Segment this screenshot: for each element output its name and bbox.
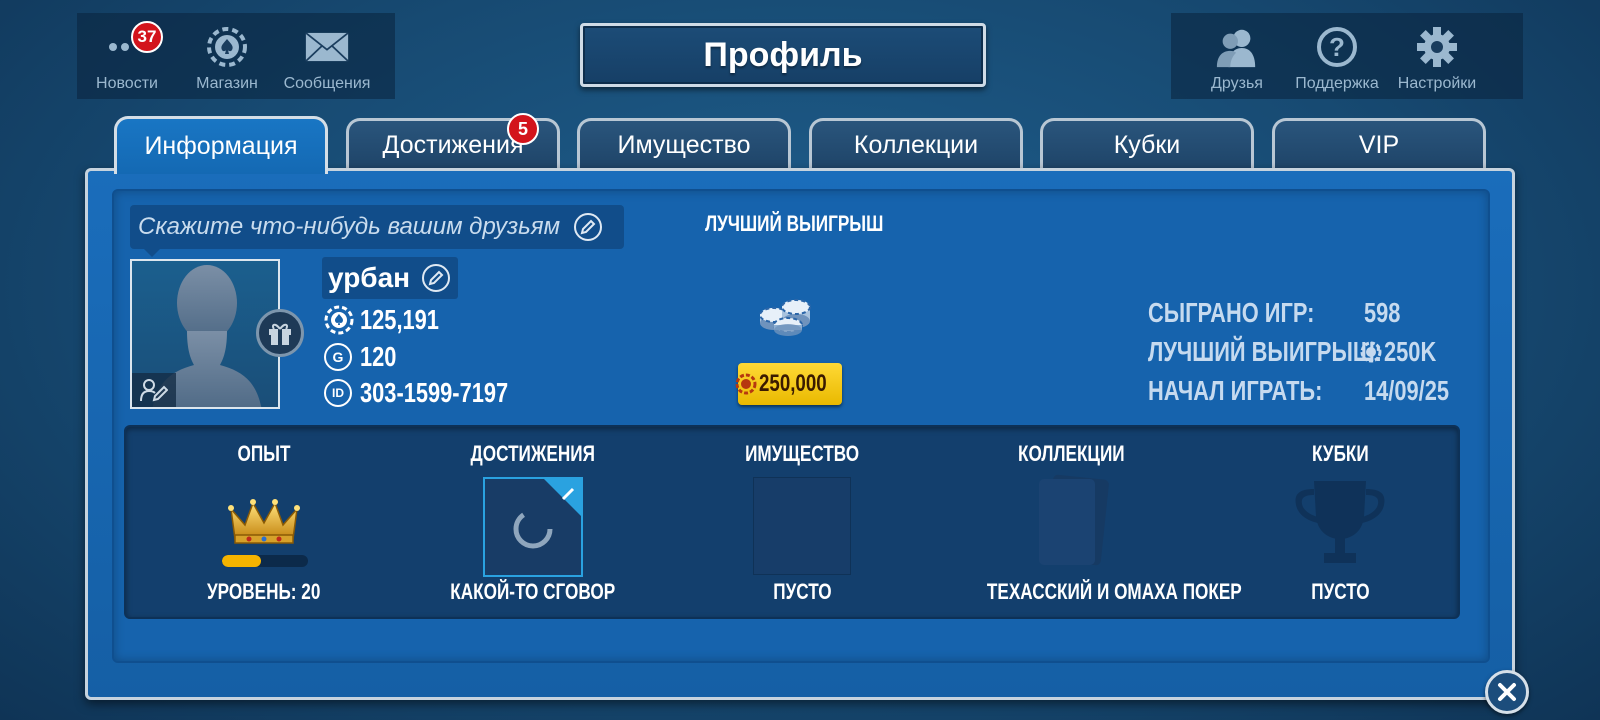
crown-icon [227, 499, 301, 550]
summary-head: КУБКИ [1311, 441, 1369, 466]
svg-text:?: ? [1329, 32, 1345, 62]
summary-collections[interactable]: КОЛЛЕКЦИИ ТЕХАССКИЙ И ОМАХА ПОКЕР [951, 427, 1242, 621]
messages-label: Сообщения [283, 75, 371, 92]
stat-value: 14/09/25 [1364, 374, 1450, 406]
status-input[interactable]: Скажите что-нибудь вашим друзьям [130, 205, 624, 257]
chips-stack-icon [754, 291, 826, 342]
tab-achievements[interactable]: Достижения 5 [346, 113, 560, 170]
gear-icon [1415, 25, 1459, 69]
top-right-bar: Друзья ? Поддержка Настройки [1171, 13, 1523, 99]
chips-balance: 125,191 [324, 304, 461, 336]
id-icon: ID [324, 379, 352, 407]
summary-head: ОПЫТ [237, 441, 291, 466]
player-name: урбан [322, 257, 459, 299]
empty-slot [753, 477, 851, 575]
summary-foot: ПУСТО [1310, 579, 1370, 604]
chip-icon [324, 305, 354, 335]
support-label: Поддержка [1295, 75, 1379, 92]
edit-avatar-icon[interactable] [132, 373, 176, 407]
profile-info-area: Скажите что-нибудь вашим друзьям урбан 1… [112, 189, 1490, 663]
stat-key: СЫГРАНО ИГР: [1148, 296, 1315, 328]
edit-status-icon[interactable] [574, 213, 603, 241]
tab-label: Кубки [1113, 131, 1181, 159]
question-icon: ? [1315, 25, 1359, 69]
tab-label: Коллекции [853, 131, 979, 159]
close-button[interactable] [1485, 670, 1529, 714]
chips-value: 125,191 [360, 304, 439, 335]
tab-property[interactable]: Имущество [577, 118, 791, 170]
news-count-badge: 37 [131, 21, 163, 53]
summary-experience[interactable]: ОПЫТ УРОВЕНЬ: 20 [144, 427, 384, 621]
game-stats: СЫГРАНО ИГР: 598 ЛУЧШИЙ ВЫИГРЫШ: 250K НА… [1148, 293, 1473, 410]
best-win-amount: 250,000 [735, 363, 842, 405]
player-id-value: 303-1599-7197 [360, 377, 509, 408]
summary-foot: УРОВЕНЬ: 20 [207, 579, 321, 604]
news-button[interactable]: 37 Новости [77, 13, 177, 99]
player-id: ID 303-1599-7197 [324, 377, 550, 409]
xp-progress-bar [222, 555, 308, 567]
top-left-bar: 37 Новости Магазин Сообщения [77, 13, 395, 99]
stat-key: ЛУЧШИЙ ВЫИГРЫШ: [1148, 335, 1383, 367]
friends-button[interactable]: Друзья [1187, 13, 1287, 99]
settings-button[interactable]: Настройки [1387, 13, 1487, 99]
friends-label: Друзья [1211, 75, 1263, 92]
shop-label: Магазин [196, 75, 258, 92]
summary-head: ИМУЩЕСТВО [744, 441, 860, 466]
summary-row: ОПЫТ УРОВЕНЬ: 20 ДОСТИЖЕНИЯ КАКОЙ-ТО СГО… [124, 425, 1460, 619]
summary-head: ДОСТИЖЕНИЯ [470, 441, 596, 466]
settings-label: Настройки [1397, 75, 1477, 92]
messages-button[interactable]: Сообщения [277, 13, 377, 99]
tab-label: Имущество [617, 131, 751, 159]
summary-cups[interactable]: КУБКИ ПУСТО [1220, 427, 1460, 621]
stat-value: 250K [1384, 335, 1437, 367]
news-label: Новости [96, 75, 158, 92]
tab-label: Информация [144, 132, 298, 160]
tab-collections[interactable]: Коллекции [809, 118, 1023, 170]
tab-label: VIP [1358, 131, 1400, 159]
summary-property[interactable]: ИМУЩЕСТВО ПУСТО [682, 427, 922, 621]
gold-chip-icon [735, 373, 757, 395]
summary-foot: КАКОЙ-ТО СГОВОР [450, 579, 616, 604]
tab-cups[interactable]: Кубки [1040, 118, 1254, 170]
profile-panel: Скажите что-нибудь вашим друзьям урбан 1… [85, 168, 1515, 700]
support-button[interactable]: ? Поддержка [1287, 13, 1387, 99]
gold-balance: G 120 [324, 341, 407, 373]
best-win-title: ЛУЧШИЙ ВЫИГРЫШ [704, 211, 884, 236]
summary-achievements[interactable]: ДОСТИЖЕНИЯ КАКОЙ-ТО СГОВОР [413, 427, 653, 621]
achievement-tile [483, 477, 583, 582]
stat-row: СЫГРАНО ИГР: 598 [1148, 293, 1473, 332]
stat-row: ЛУЧШИЙ ВЫИГРЫШ: 250K [1148, 332, 1473, 371]
page-title: Профиль [580, 23, 986, 87]
cards-icon [1031, 473, 1111, 576]
gold-value: 120 [360, 341, 397, 372]
envelope-icon [305, 25, 349, 69]
stat-key: НАЧАЛ ИГРАТЬ: [1148, 374, 1323, 406]
edit-name-icon[interactable] [422, 264, 451, 292]
close-icon [1498, 683, 1516, 701]
summary-foot: ТЕХАССКИЙ И ОМАХА ПОКЕР [986, 579, 1242, 604]
trophy-icon [1290, 477, 1390, 578]
gift-icon[interactable] [256, 309, 304, 357]
friends-icon [1215, 25, 1259, 69]
shop-chip-icon [205, 25, 249, 69]
stat-row: НАЧАЛ ИГРАТЬ: 14/09/25 [1148, 371, 1473, 410]
best-win-amount-text: 250,000 [758, 370, 827, 397]
tab-info[interactable]: Информация [114, 116, 328, 174]
status-placeholder: Скажите что-нибудь вашим друзьям [138, 213, 561, 240]
player-name-text: урбан [328, 262, 411, 293]
summary-foot: ПУСТО [772, 579, 832, 604]
xp-progress-fill [222, 555, 261, 567]
summary-head: КОЛЛЕКЦИИ [1017, 441, 1125, 466]
tab-vip[interactable]: VIP [1272, 118, 1486, 170]
gold-icon: G [324, 343, 352, 371]
tab-label: Достижения [382, 131, 524, 159]
shop-button[interactable]: Магазин [177, 13, 277, 99]
stat-value: 598 [1364, 296, 1401, 328]
achievements-badge: 5 [507, 113, 539, 145]
